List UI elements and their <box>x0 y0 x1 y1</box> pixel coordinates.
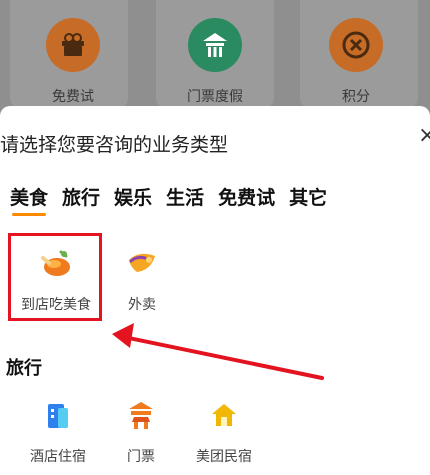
tab-other[interactable]: 其它 <box>289 183 327 210</box>
homestay-house-icon <box>207 398 241 432</box>
tab-entertainment[interactable]: 娱乐 <box>114 183 152 210</box>
category-tabs: 美食 旅行 娱乐 生活 免费试 其它 <box>10 183 327 216</box>
tab-travel[interactable]: 旅行 <box>62 183 100 210</box>
highlight-box <box>8 233 102 321</box>
service-tickets[interactable]: 门票 <box>97 398 185 466</box>
background-app: 免费试 门票度假 积分 <box>0 0 430 120</box>
gift-box-icon <box>46 18 100 72</box>
sheet-title: 请选择您要咨询的业务类型 <box>0 134 229 156</box>
points-coin-icon <box>329 18 383 72</box>
service-hotel[interactable]: 酒店住宿 <box>14 398 102 466</box>
close-button[interactable]: × <box>418 125 430 147</box>
service-takeaway[interactable]: 外卖 <box>98 246 186 314</box>
service-homestay[interactable]: 美团民宿 <box>180 398 268 466</box>
hotel-building-icon <box>41 398 75 432</box>
temple-gate-icon <box>188 18 242 72</box>
ticket-gate-icon <box>124 398 158 432</box>
service-label: 美团民宿 <box>196 449 252 465</box>
service-label: 酒店住宿 <box>30 449 86 465</box>
business-type-sheet: 请选择您要咨询的业务类型 × 美食 旅行 娱乐 生活 免费试 其它 到店吃美食 <box>0 106 430 475</box>
background-item-points: 积分 <box>306 18 406 106</box>
section-title-travel: 旅行 <box>6 358 42 379</box>
tab-free-trial[interactable]: 免费试 <box>218 183 275 210</box>
background-item-label: 免费试 <box>52 89 94 105</box>
background-item-tickets: 门票度假 <box>165 18 265 106</box>
tab-life[interactable]: 生活 <box>166 183 204 210</box>
delivery-food-icon <box>125 246 159 280</box>
tab-food[interactable]: 美食 <box>10 183 48 216</box>
background-item-free-trial: 免费试 <box>23 18 123 106</box>
background-item-label: 门票度假 <box>187 89 243 105</box>
service-label: 门票 <box>127 449 155 465</box>
background-item-label: 积分 <box>342 89 370 105</box>
service-label: 外卖 <box>128 297 156 313</box>
